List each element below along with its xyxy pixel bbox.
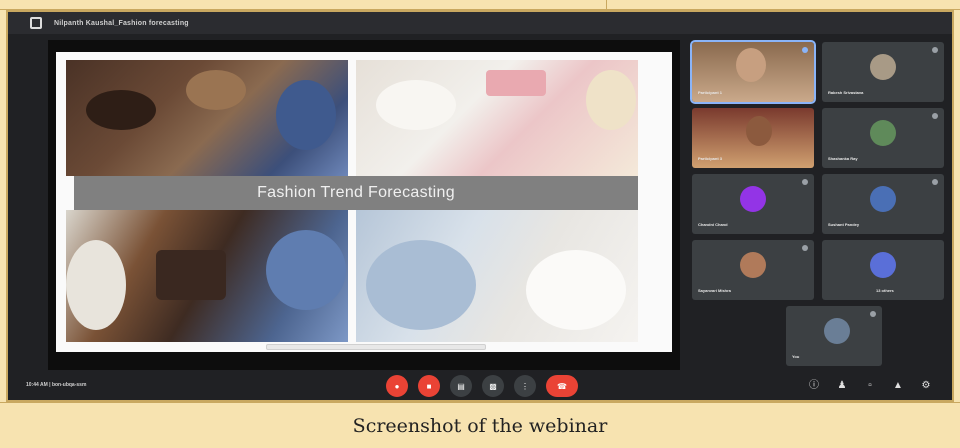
participant-name: Rakesh Srivastava [828, 90, 864, 95]
mic-off-icon: ● [394, 381, 400, 391]
info-icon[interactable]: ⓘ [808, 380, 820, 392]
slide-title-banner: Fashion Trend Forecasting [74, 176, 638, 210]
participant-tile[interactable]: Rakesh Srivastava [822, 42, 944, 102]
slide-image-bottom-right [356, 210, 638, 342]
participant-tile[interactable]: Sayanvari Mishra [692, 240, 814, 300]
participant-tile[interactable]: Participant 3 [692, 108, 814, 168]
participant-name: Sushant Pandey [828, 222, 860, 227]
slide-title: Fashion Trend Forecasting [257, 184, 455, 201]
activities-icon[interactable]: ▲ [892, 380, 904, 392]
participant-name: Participant 3 [698, 156, 723, 161]
chat-icon[interactable]: ▫ [864, 380, 876, 392]
end-call-icon: ☎ [557, 381, 567, 391]
mic-off-icon [802, 179, 808, 185]
end-call-button[interactable]: ☎ [546, 375, 578, 397]
window-icon [30, 17, 42, 29]
captions-icon: ▤ [457, 381, 465, 391]
participant-name: 13 others [876, 288, 894, 293]
title-bar: Nilpanth Kaushal_Fashion forecasting [8, 12, 952, 34]
participant-tile[interactable]: Participant 1 [690, 40, 816, 104]
avatar [870, 120, 896, 146]
participant-tile[interactable]: Chandni Chand [692, 174, 814, 234]
slide-image-top-left [66, 60, 348, 176]
mic-off-icon [870, 311, 876, 317]
mic-off-icon [802, 245, 808, 251]
control-bar: 10:44 AM | bon-ubqa-ssm ● ■ ▤ ▩ ⋮ ☎ ⓘ ♟ … [8, 372, 952, 400]
host-controls-icon[interactable]: ⚙ [920, 380, 932, 392]
participant-name: Chandni Chand [698, 222, 728, 227]
presentation-stage[interactable]: Fashion Trend Forecasting [48, 40, 680, 370]
present-icon: ▩ [489, 381, 497, 391]
meeting-time-and-code: 10:44 AM | bon-ubqa-ssm [26, 382, 87, 388]
participant-name: Sayanvari Mishra [698, 288, 731, 293]
captions-button[interactable]: ▤ [450, 375, 472, 397]
mic-off-icon [932, 113, 938, 119]
more-options-button[interactable]: ⋮ [514, 375, 536, 397]
avatar [740, 252, 766, 278]
slide-image-top-right [356, 60, 638, 176]
window-title: Nilpanth Kaushal_Fashion forecasting [54, 19, 189, 27]
top-divider [606, 0, 607, 10]
participant-tile[interactable]: 13 others [822, 240, 944, 300]
page-frame: Nilpanth Kaushal_Fashion forecasting Fas… [0, 0, 960, 448]
slide-image-bottom-left [66, 210, 348, 342]
caption-text: Screenshot of the webinar [352, 414, 608, 437]
camera-off-button[interactable]: ■ [418, 375, 440, 397]
camera-off-icon: ■ [426, 381, 432, 391]
self-tile[interactable]: You [786, 306, 882, 366]
people-icon[interactable]: ♟ [836, 380, 848, 392]
speaking-icon [802, 47, 808, 53]
avatar [824, 318, 850, 344]
meeting-window: Nilpanth Kaushal_Fashion forecasting Fas… [6, 10, 954, 402]
slide-footer [266, 344, 486, 350]
participant-tile[interactable]: Sushant Pandey [822, 174, 944, 234]
mic-off-button[interactable]: ● [386, 375, 408, 397]
present-button[interactable]: ▩ [482, 375, 504, 397]
avatar [740, 186, 766, 212]
participant-name: Shashanka Ray [828, 156, 858, 161]
mic-off-icon [932, 47, 938, 53]
participant-tile[interactable]: Shashanka Ray [822, 108, 944, 168]
top-strip [0, 0, 960, 10]
avatar [870, 186, 896, 212]
mic-off-icon [932, 179, 938, 185]
figure-caption: Screenshot of the webinar [0, 402, 960, 448]
slide: Fashion Trend Forecasting [56, 52, 672, 352]
avatar [870, 54, 896, 80]
participant-name: Participant 1 [698, 90, 723, 95]
more-options-icon: ⋮ [521, 381, 529, 391]
avatar [870, 252, 896, 278]
participant-name: You [792, 354, 800, 359]
